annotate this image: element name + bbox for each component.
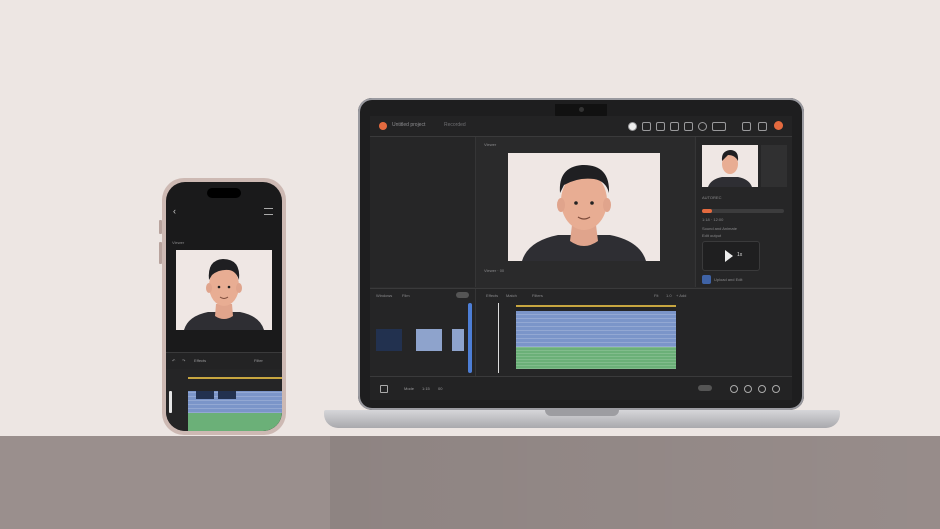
user-avatar[interactable]: [774, 121, 783, 130]
sound-icon[interactable]: [698, 122, 707, 131]
mode-label[interactable]: Mode: [404, 386, 414, 391]
laptop-camera: [579, 107, 584, 112]
timeline-area: Windows Film Effects Match Filters Fit 1…: [370, 288, 792, 376]
timeline-ruler[interactable]: [516, 305, 676, 307]
phone-screen: ‹ Viewer ↶ ↷ Effects Filter: [166, 182, 282, 431]
tab-filters[interactable]: Filters: [532, 293, 543, 298]
snap-toggle[interactable]: [698, 385, 712, 391]
upload-icon[interactable]: [702, 275, 711, 284]
laptop-shadow: [330, 436, 940, 529]
phone-timeline: [166, 369, 282, 431]
back-chevron-icon[interactable]: ‹: [173, 206, 176, 216]
tab-fit[interactable]: Fit: [654, 293, 658, 298]
viewer-timecode: Viewer · 00: [484, 268, 505, 273]
clip-block-dark[interactable]: [376, 329, 402, 351]
app-logo-icon[interactable]: [379, 122, 387, 130]
timeline-scrubber[interactable]: [468, 303, 472, 373]
phone-person-portrait: [184, 259, 264, 330]
timeline-label-film[interactable]: Film: [402, 293, 410, 298]
progress-bar[interactable]: [702, 209, 784, 213]
project-name[interactable]: Untitled project: [392, 122, 425, 128]
undo-icon[interactable]: ↶: [172, 358, 175, 363]
phone-controls: ↶ ↷ Effects Filter: [166, 352, 282, 369]
clip-thumbnail[interactable]: [702, 145, 758, 187]
clip-block-small[interactable]: [452, 329, 464, 351]
phone-viewer-label: Viewer: [172, 240, 185, 245]
phone-clip-dark-2[interactable]: [218, 391, 236, 399]
phone-video-frame[interactable]: [176, 250, 272, 330]
playback-speed[interactable]: 1x: [737, 252, 742, 258]
recorded-tab[interactable]: Recorded: [444, 122, 466, 128]
timeline-tracks: Effects Match Filters Fit 1.0 + Add: [476, 289, 792, 376]
add-track-button[interactable]: + Add: [676, 293, 686, 298]
app-topbar: Untitled project Recorded: [370, 116, 792, 137]
fullscreen-icon[interactable]: [772, 385, 780, 393]
clip-thumbnail-2[interactable]: [761, 145, 787, 187]
edit-icon[interactable]: [628, 122, 637, 131]
video-frame[interactable]: [508, 153, 660, 261]
volume-icon[interactable]: [758, 385, 766, 393]
inspector-section-title: AUTOREC: [702, 195, 722, 200]
redo-icon[interactable]: ↷: [182, 358, 185, 363]
loop-icon[interactable]: [744, 385, 752, 393]
effects-icon[interactable]: [684, 122, 693, 131]
phone-audio-clip[interactable]: [188, 413, 282, 431]
inspector-panel: AUTOREC 1:18 · 12:00 Sound and Animate E…: [695, 137, 792, 287]
phone-clip-dark[interactable]: [196, 391, 214, 399]
phone-timeline-ruler[interactable]: [188, 377, 282, 379]
play-icon: [725, 250, 733, 262]
app-bottombar: Mode 1:15 00: [370, 376, 792, 400]
phone-filter-tab[interactable]: Filter: [254, 358, 263, 363]
inspector-option[interactable]: Sound and Animate: [702, 226, 737, 231]
tab-effects[interactable]: Effects: [486, 293, 498, 298]
duration-label: 1:15: [422, 386, 430, 391]
text-icon[interactable]: [670, 122, 679, 131]
person-portrait: [522, 164, 646, 261]
layers-icon[interactable]: [656, 122, 665, 131]
dynamic-island: [207, 188, 241, 198]
export-icon[interactable]: [742, 122, 751, 131]
media-panel: [370, 137, 476, 287]
frame-label: 00: [438, 386, 443, 391]
play-button[interactable]: 1x: [702, 241, 760, 271]
clip-block-light[interactable]: [416, 329, 442, 351]
laptop-screen: Untitled project Recorded Viewer Viewer …: [370, 116, 792, 400]
progress-fill: [702, 209, 712, 213]
marker-icon[interactable]: [730, 385, 738, 393]
viewer-label: Viewer: [484, 142, 497, 147]
menu-icon[interactable]: [264, 208, 273, 215]
upload-label[interactable]: Upload and Edit: [714, 277, 742, 282]
thumbnail-portrait: [708, 150, 752, 187]
playhead[interactable]: [498, 303, 499, 373]
settings-icon[interactable]: [758, 122, 767, 131]
phone-effects-tab[interactable]: Effects: [194, 358, 206, 363]
laptop-opening-lip: [545, 410, 619, 416]
caption-icon[interactable]: [712, 122, 726, 131]
audio-track-texture: [516, 347, 676, 369]
phone-scrubber[interactable]: [169, 391, 172, 413]
inspector-output[interactable]: Edit output: [702, 233, 721, 238]
timeline-toggle[interactable]: [456, 292, 469, 298]
folder-icon[interactable]: [380, 385, 388, 393]
preview-viewer: Viewer Viewer · 00: [476, 137, 694, 287]
video-track-texture: [516, 311, 676, 347]
crop-icon[interactable]: [642, 122, 651, 131]
timeline-label-windows[interactable]: Windows: [376, 293, 392, 298]
inspector-time: 1:18 · 12:00: [702, 217, 724, 222]
timeline-sidebar: Windows Film: [370, 289, 476, 376]
tab-match[interactable]: Match: [506, 293, 517, 298]
zoom-level[interactable]: 1.0: [666, 293, 672, 298]
